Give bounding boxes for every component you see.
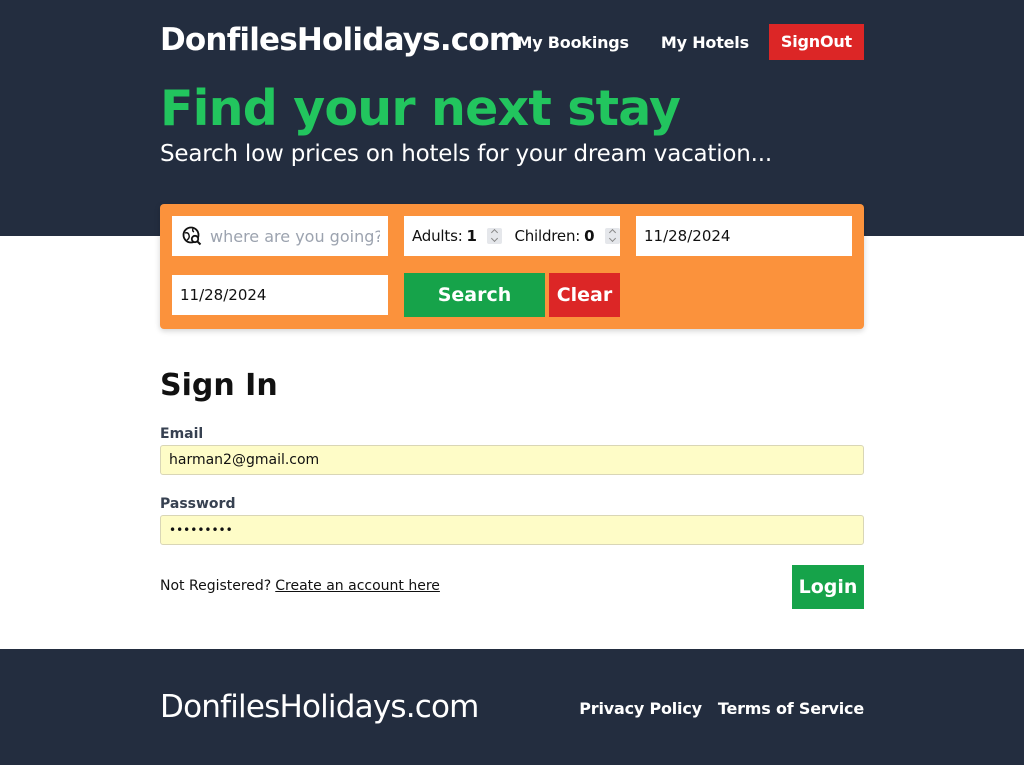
hero-title: Find your next stay (160, 80, 681, 137)
hero-subtitle: Search low prices on hotels for your dre… (160, 141, 773, 167)
brand-logo[interactable]: DonfilesHolidays.com (160, 22, 521, 58)
footer-links: Privacy Policy Terms of Service (563, 699, 864, 718)
create-account-link[interactable]: Create an account here (275, 578, 440, 594)
adults-value[interactable]: 1 (467, 227, 477, 245)
adults-label: Adults: (412, 227, 463, 245)
signin-title: Sign In (160, 368, 278, 403)
children-stepper-icon[interactable] (604, 228, 620, 244)
check-in-date-input[interactable]: 11/28/2024 (636, 216, 852, 256)
email-field[interactable]: harman2@gmail.com (160, 445, 864, 475)
search-button[interactable]: Search (404, 273, 545, 317)
children-label: Children: (514, 227, 581, 245)
clear-button[interactable]: Clear (549, 273, 620, 317)
adults-stepper-icon[interactable] (486, 228, 503, 244)
main-nav: My Bookings My Hotels SignOut (484, 24, 864, 60)
not-registered-text: Not Registered? (160, 578, 272, 594)
password-field[interactable]: ••••••••• (160, 515, 864, 545)
destination-input[interactable] (210, 226, 380, 246)
login-button[interactable]: Login (792, 565, 864, 609)
destination-field[interactable] (172, 216, 388, 256)
register-prompt: Not Registered? Create an account here (160, 578, 440, 594)
terms-of-service-link[interactable]: Terms of Service (718, 699, 864, 718)
search-panel: Adults: 1 Children: 0 11/28/2024 11/28/2… (160, 204, 864, 329)
globe-search-icon (182, 226, 202, 246)
children-value[interactable]: 0 (584, 227, 594, 245)
guests-field: Adults: 1 Children: 0 (404, 216, 620, 256)
email-label: Email (160, 426, 204, 442)
privacy-policy-link[interactable]: Privacy Policy (579, 699, 702, 718)
nav-my-bookings[interactable]: My Bookings (516, 33, 629, 52)
nav-my-hotels[interactable]: My Hotels (661, 33, 749, 52)
footer: DonfilesHolidays.com Privacy Policy Term… (0, 649, 1024, 765)
password-label: Password (160, 496, 236, 512)
signout-button[interactable]: SignOut (768, 24, 864, 60)
footer-brand: DonfilesHolidays.com (160, 689, 479, 725)
check-out-date-input[interactable]: 11/28/2024 (172, 275, 388, 315)
